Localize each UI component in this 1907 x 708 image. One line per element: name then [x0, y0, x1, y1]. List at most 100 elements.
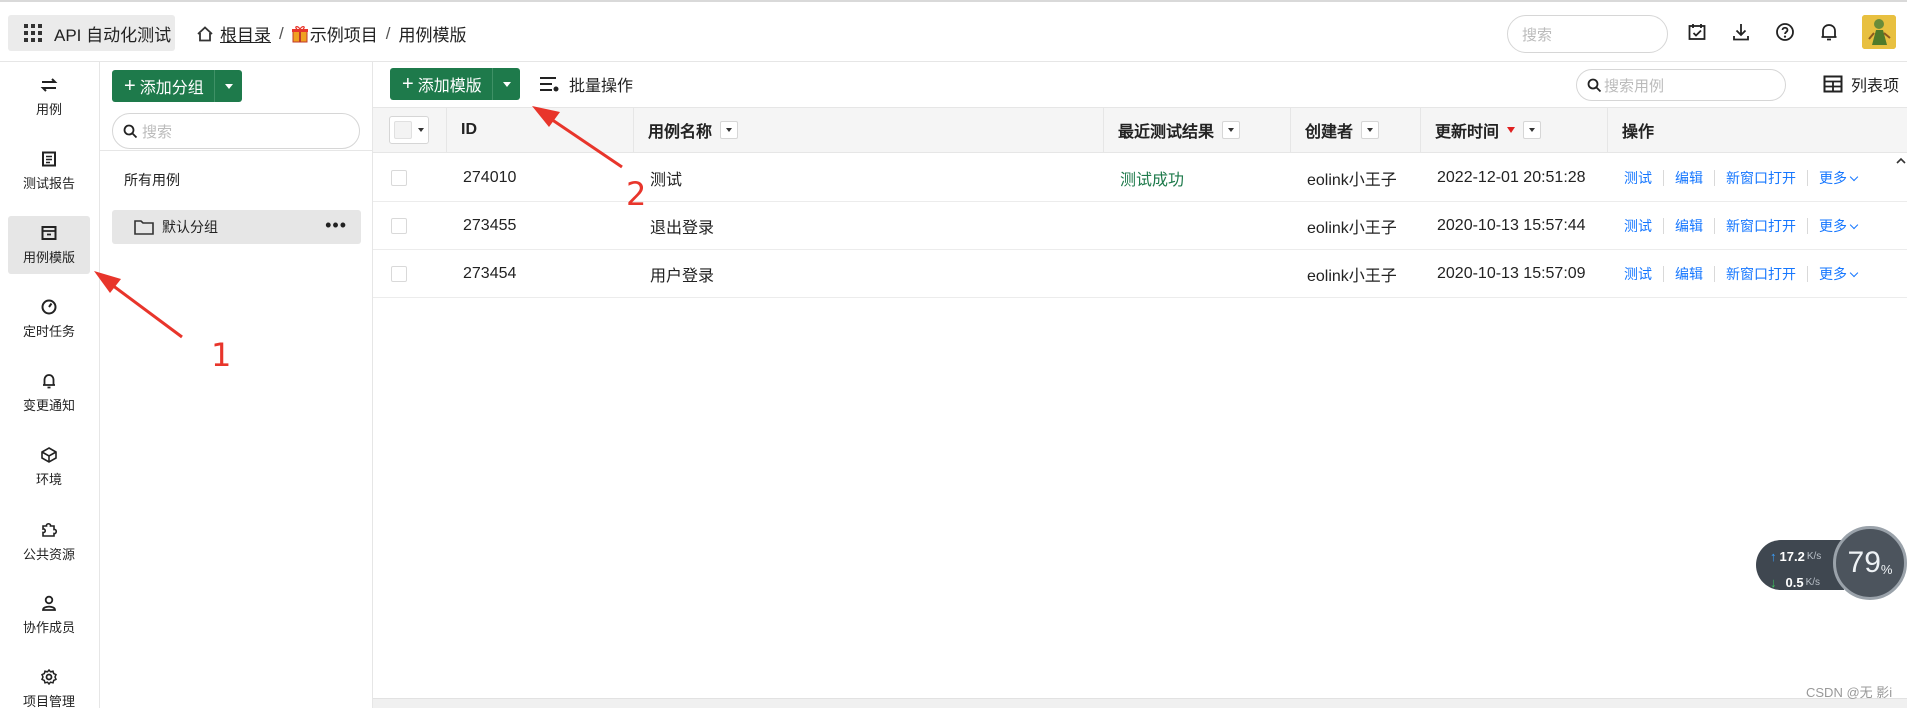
rail-item-reports[interactable]: 测试报告	[8, 142, 90, 200]
divider	[1714, 266, 1715, 282]
chevron-down-icon	[1849, 268, 1859, 278]
cell-name[interactable]: 测试	[650, 154, 682, 202]
scroll-up-icon[interactable]	[1895, 154, 1907, 168]
help-icon[interactable]	[1774, 21, 1796, 43]
group-more-icon[interactable]: •••	[325, 216, 347, 234]
top-bar: API 自动化测试 根目录 / 示例项目 / 用例模版 搜索	[0, 0, 1907, 62]
calendar-check-icon[interactable]	[1686, 21, 1708, 43]
breadcrumb-project-link[interactable]: 示例项目	[310, 21, 378, 46]
rail-item-label: 用例模版	[22, 249, 75, 265]
group-search-placeholder: 搜索	[142, 123, 173, 141]
rail-item-cases[interactable]: 用例	[8, 68, 90, 126]
checkbox-box	[394, 121, 412, 139]
more-actions-link[interactable]: 更多	[1819, 264, 1859, 284]
rail-item-scheduled-tasks[interactable]: 定时任务	[8, 290, 90, 348]
app-switcher-button[interactable]: API 自动化测试	[8, 15, 175, 51]
gear-icon	[41, 668, 57, 685]
table-row[interactable]: 274010 测试 测试成功 eolink小王子 2022-12-01 20:5…	[373, 154, 1907, 202]
add-template-dropdown[interactable]	[492, 68, 520, 100]
memory-gauge[interactable]: 79%	[1833, 526, 1907, 600]
edit-link[interactable]: 编辑	[1675, 168, 1703, 188]
top-icon-group	[1686, 21, 1840, 43]
test-link[interactable]: 测试	[1624, 264, 1652, 284]
rail-item-shared-resources[interactable]: 公共资源	[8, 512, 90, 570]
column-header-result: 最近测试结果	[1103, 108, 1290, 152]
cell-id: 273454	[463, 265, 517, 282]
select-all-checkbox[interactable]	[389, 116, 429, 144]
all-cases-item[interactable]: 所有用例	[124, 170, 180, 190]
horizontal-scrollbar[interactable]	[373, 698, 1907, 708]
breadcrumb-separator: /	[279, 23, 284, 43]
open-new-window-link[interactable]: 新窗口打开	[1726, 168, 1796, 188]
group-search-input[interactable]: 搜索	[112, 113, 360, 149]
template-icon	[41, 225, 57, 240]
cell-actions: 测试 编辑 新窗口打开 更多	[1624, 154, 1859, 202]
cell-name[interactable]: 用户登录	[650, 250, 714, 298]
open-new-window-link[interactable]: 新窗口打开	[1726, 264, 1796, 284]
download-icon[interactable]	[1730, 21, 1752, 43]
rail-item-templates[interactable]: 用例模版	[8, 216, 90, 274]
column-header-actions: 操作	[1607, 108, 1907, 152]
user-avatar[interactable]	[1862, 15, 1896, 49]
rail-item-label: 项目管理	[22, 693, 75, 708]
breadcrumb-separator: /	[385, 23, 391, 43]
column-settings-button[interactable]: 列表项	[1823, 72, 1899, 96]
edit-link[interactable]: 编辑	[1675, 216, 1703, 236]
table-row[interactable]: 273455 退出登录 eolink小王子 2020-10-13 15:57:4…	[373, 202, 1907, 250]
open-new-window-link[interactable]: 新窗口打开	[1726, 216, 1796, 236]
edit-link[interactable]: 编辑	[1675, 264, 1703, 284]
default-group-item[interactable]: 默认分组 •••	[112, 210, 361, 244]
result-filter-dropdown[interactable]	[1222, 121, 1241, 139]
upload-speed: 17.2	[1779, 548, 1805, 564]
annotation-label-2: 2	[626, 175, 647, 213]
rail-item-change-notifications[interactable]: 变更通知	[8, 364, 90, 422]
more-actions-link[interactable]: 更多	[1819, 168, 1859, 188]
search-icon	[123, 124, 138, 138]
case-search-input[interactable]: 搜索用例	[1576, 69, 1786, 101]
test-link[interactable]: 测试	[1624, 168, 1652, 188]
row-checkbox[interactable]	[391, 266, 407, 282]
divider	[1663, 170, 1664, 186]
sort-desc-icon[interactable]	[1507, 127, 1516, 133]
chevron-down-icon	[1849, 172, 1859, 182]
test-link[interactable]: 测试	[1624, 216, 1652, 236]
updated-filter-dropdown[interactable]	[1523, 121, 1542, 139]
caret-down-icon	[224, 83, 233, 89]
caret-down-icon	[502, 81, 511, 87]
column-settings-label: 列表项	[1851, 78, 1900, 95]
cell-name[interactable]: 退出登录	[650, 202, 714, 250]
folder-icon	[134, 220, 154, 235]
breadcrumb: 根目录 / 示例项目 / 用例模版	[196, 21, 466, 46]
rail-item-environments[interactable]: 环境	[8, 438, 90, 496]
plus-icon: +	[124, 75, 136, 97]
cell-result: 测试成功	[1120, 172, 1185, 189]
table-row[interactable]: 273454 用户登录 eolink小王子 2020-10-13 15:57:0…	[373, 250, 1907, 298]
search-icon	[1587, 78, 1602, 92]
add-template-button[interactable]: + 添加模版	[390, 68, 520, 100]
rail-item-members[interactable]: 协作成员	[8, 586, 90, 644]
batch-operation-button[interactable]: 批量操作	[539, 72, 633, 96]
name-filter-dropdown[interactable]	[720, 121, 739, 139]
row-checkbox[interactable]	[391, 170, 407, 186]
gift-icon	[291, 25, 308, 42]
swap-icon	[40, 77, 58, 92]
bell-icon[interactable]	[1818, 21, 1840, 43]
app-name: API 自动化测试	[54, 25, 172, 45]
breadcrumb-root-link[interactable]: 根目录	[220, 21, 271, 46]
batch-operation-label: 批量操作	[569, 78, 634, 95]
network-speed-widget[interactable]: ↑ 17.2 K/s ↓ 0.5 K/s	[1756, 540, 1844, 590]
creator-filter-dropdown[interactable]	[1361, 121, 1380, 139]
cell-id: 273455	[463, 217, 517, 234]
row-checkbox[interactable]	[391, 218, 407, 234]
rail-item-project-settings[interactable]: 项目管理	[8, 660, 90, 708]
add-group-button[interactable]: + 添加分组	[112, 70, 242, 102]
add-group-dropdown[interactable]	[214, 70, 242, 102]
global-search-input[interactable]: 搜索	[1507, 15, 1668, 53]
divider	[1807, 218, 1808, 234]
annotation-label-1: 1	[211, 336, 232, 374]
rail-item-label: 定时任务	[22, 323, 75, 339]
download-speed: 0.5	[1785, 574, 1804, 590]
cell-updated: 2020-10-13 15:57:44	[1437, 217, 1586, 234]
more-actions-link[interactable]: 更多	[1819, 216, 1859, 236]
rail-item-label: 用例	[35, 101, 62, 117]
